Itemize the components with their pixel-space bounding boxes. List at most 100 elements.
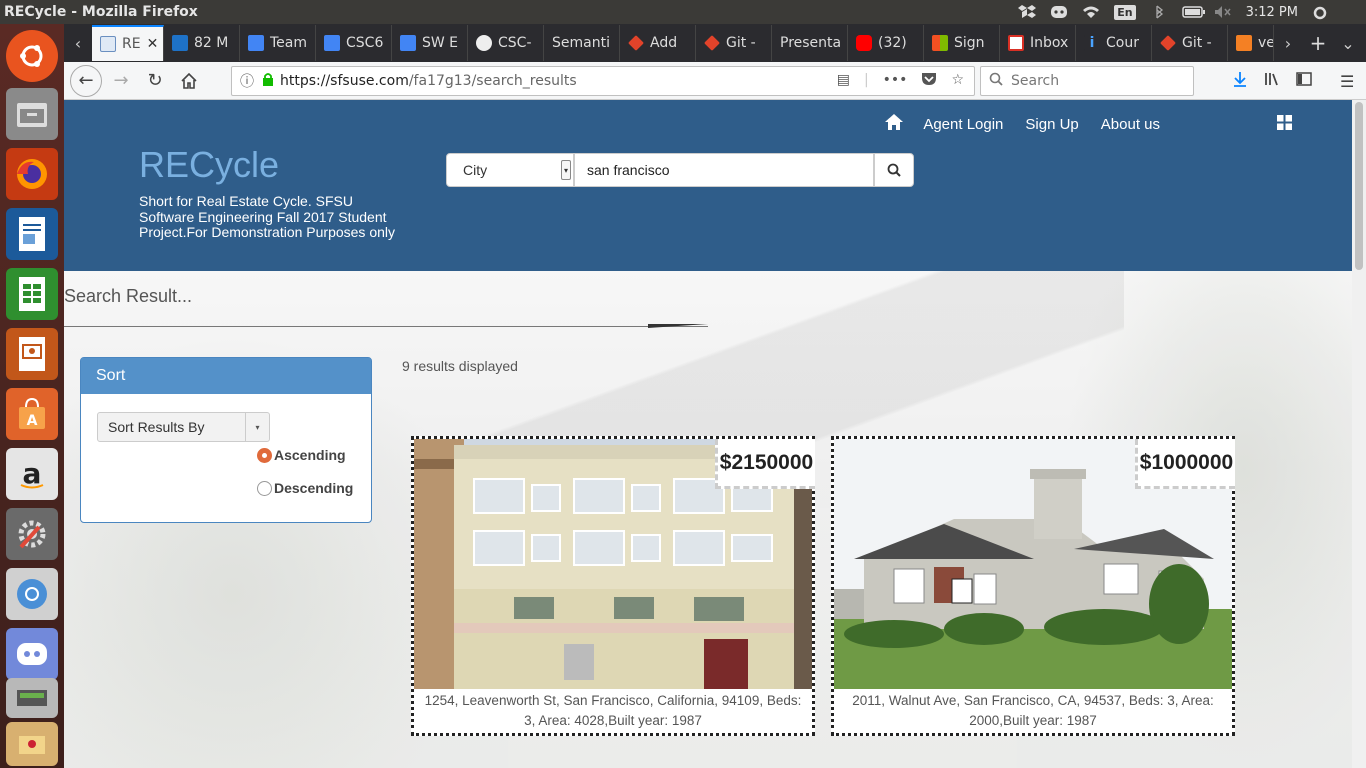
all-tabs-chevron-down-icon[interactable]: ⌄	[1334, 34, 1362, 53]
tab-item[interactable]: Add	[620, 25, 696, 61]
tab-item[interactable]: SW E	[392, 25, 468, 61]
results-heading: Search Result...	[64, 286, 193, 306]
sort-panel-title: Sort	[81, 358, 371, 394]
system-settings-icon[interactable]	[6, 508, 58, 560]
bluetooth-icon[interactable]	[1150, 5, 1168, 19]
info-icon: i	[1084, 35, 1100, 51]
search-query-value: san francisco	[587, 162, 670, 178]
lock-icon[interactable]	[262, 72, 280, 90]
files-app-icon[interactable]	[6, 88, 58, 140]
tab-item[interactable]: Git -	[1152, 25, 1228, 61]
scroll-tabs-right-icon[interactable]: ›	[1274, 34, 1302, 53]
sort-ascending-option[interactable]: Ascending	[257, 447, 346, 463]
site-info-icon[interactable]: ⓘ	[232, 71, 262, 91]
pocket-icon[interactable]	[921, 72, 937, 90]
archive-app-icon[interactable]	[6, 722, 58, 766]
tab-item[interactable]: Git -	[696, 25, 772, 61]
bookmark-star-icon[interactable]: ☆	[951, 72, 964, 90]
search-button[interactable]	[874, 153, 914, 187]
url-bar[interactable]: ⓘ https://sfsuse.com/fa17g13/search_resu…	[231, 66, 975, 96]
chromium-app-icon[interactable]	[6, 568, 58, 620]
sort-results-dropdown[interactable]: Sort Results By ▾	[97, 412, 270, 442]
listing-price: $2150000	[715, 439, 815, 489]
listing-address: 2011, Walnut Ave, San Francisco, CA, 945…	[852, 693, 1214, 728]
git-icon	[628, 35, 644, 51]
downloads-icon[interactable]	[1232, 71, 1248, 91]
forward-arrow-icon[interactable]: →	[104, 66, 138, 96]
page-actions-icon[interactable]: •••	[883, 72, 908, 90]
tab-item[interactable]: (32)	[848, 25, 924, 61]
google-docs-icon	[324, 35, 340, 51]
url-divider: |	[863, 72, 869, 88]
system-tray: En 3:12 PM	[1018, 4, 1366, 20]
menu-hamburger-icon[interactable]: ☰	[1340, 72, 1354, 91]
search-filter-select[interactable]: City ▾	[446, 153, 574, 187]
tab-item[interactable]: ve	[1228, 25, 1274, 61]
sort-dropdown-value: Sort Results By	[108, 419, 205, 435]
close-tab-icon[interactable]: ✕	[147, 36, 159, 52]
listing-card[interactable]: $2150000 1254, Leavenworth St, San Franc…	[411, 436, 815, 736]
scrollbar-thumb[interactable]	[1355, 102, 1363, 270]
reload-icon[interactable]: ↻	[138, 66, 172, 96]
agent-login-link[interactable]: Agent Login	[923, 116, 1003, 133]
page-scrollbar[interactable]	[1352, 100, 1366, 768]
site-tagline: Short for Real Estate Cycle. SFSU Softwa…	[139, 193, 395, 240]
url-host: https://sfsuse.com	[280, 73, 409, 89]
libreoffice-impress-icon[interactable]	[6, 328, 58, 380]
sidebar-icon[interactable]	[1296, 71, 1312, 91]
tab-item[interactable]: 82 M	[164, 25, 240, 61]
tab-item[interactable]: CSC-	[468, 25, 544, 61]
descending-radio[interactable]	[257, 480, 272, 496]
site-brand[interactable]: RECycle	[139, 144, 279, 186]
home-icon[interactable]	[172, 66, 206, 96]
battery-icon[interactable]	[1181, 5, 1205, 19]
dropbox-icon[interactable]	[1018, 5, 1037, 19]
results-count: 9 results displayed	[402, 358, 518, 374]
libreoffice-writer-icon[interactable]	[6, 208, 58, 260]
search-input[interactable]: san francisco	[574, 153, 874, 187]
discord-app-icon[interactable]	[6, 628, 58, 680]
tab-item[interactable]: Team	[240, 25, 316, 61]
tab-item[interactable]: Presenta	[772, 25, 848, 61]
wifi-icon[interactable]	[1082, 5, 1100, 19]
grid-menu-icon[interactable]	[1277, 114, 1292, 135]
tab-item[interactable]: Sign	[924, 25, 1000, 61]
google-docs-icon	[248, 35, 264, 51]
listing-card[interactable]: $1000000 2011, Walnut Ave, San Francisco…	[831, 436, 1235, 736]
discord-tray-icon[interactable]	[1050, 5, 1068, 19]
amazon-app-icon[interactable]: a	[6, 448, 58, 500]
library-icon[interactable]	[1264, 71, 1280, 91]
keyboard-language[interactable]: En	[1114, 4, 1136, 20]
ascending-radio[interactable]	[257, 447, 272, 463]
tab-item[interactable]: i Cour	[1076, 25, 1152, 61]
back-arrow-icon[interactable]: ←	[70, 64, 102, 97]
google-docs-icon	[400, 35, 416, 51]
background-roof	[484, 270, 1124, 450]
home-icon[interactable]	[885, 114, 904, 135]
scroll-tabs-left-icon[interactable]: ‹	[64, 34, 92, 53]
scanner-app-icon[interactable]	[6, 678, 58, 718]
power-gear-icon[interactable]	[1312, 5, 1330, 20]
gmail-icon	[1008, 35, 1024, 51]
clock[interactable]: 3:12 PM	[1246, 5, 1298, 20]
about-us-link[interactable]: About us	[1101, 116, 1160, 133]
browser-search-input[interactable]: Search	[980, 66, 1194, 96]
volume-muted-icon[interactable]	[1214, 5, 1232, 19]
tab-item[interactable]: Inbox	[1000, 25, 1076, 61]
browser-nav-bar: ← → ↻ ⓘ https://sfsuse.com/fa17g13/searc…	[64, 62, 1366, 100]
tab-recycle[interactable]: RE ✕	[92, 25, 164, 61]
software-center-icon[interactable]: A	[6, 388, 58, 440]
search-icon	[887, 163, 901, 177]
tab-item[interactable]: CSC6	[316, 25, 392, 61]
sort-descending-option[interactable]: Descending	[257, 480, 353, 496]
reader-view-icon[interactable]: ▤	[837, 72, 850, 90]
tab-item[interactable]: Semanti	[544, 25, 620, 61]
new-tab-icon[interactable]: +	[1302, 31, 1334, 55]
git-icon	[1160, 35, 1176, 51]
firefox-app-icon[interactable]	[6, 148, 58, 200]
ubuntu-logo-icon[interactable]	[6, 30, 58, 82]
libreoffice-calc-icon[interactable]	[6, 268, 58, 320]
site-header: RECycle Short for Real Estate Cycle. SFS…	[64, 100, 1352, 271]
descending-label: Descending	[274, 480, 354, 496]
sign-up-link[interactable]: Sign Up	[1025, 116, 1078, 133]
